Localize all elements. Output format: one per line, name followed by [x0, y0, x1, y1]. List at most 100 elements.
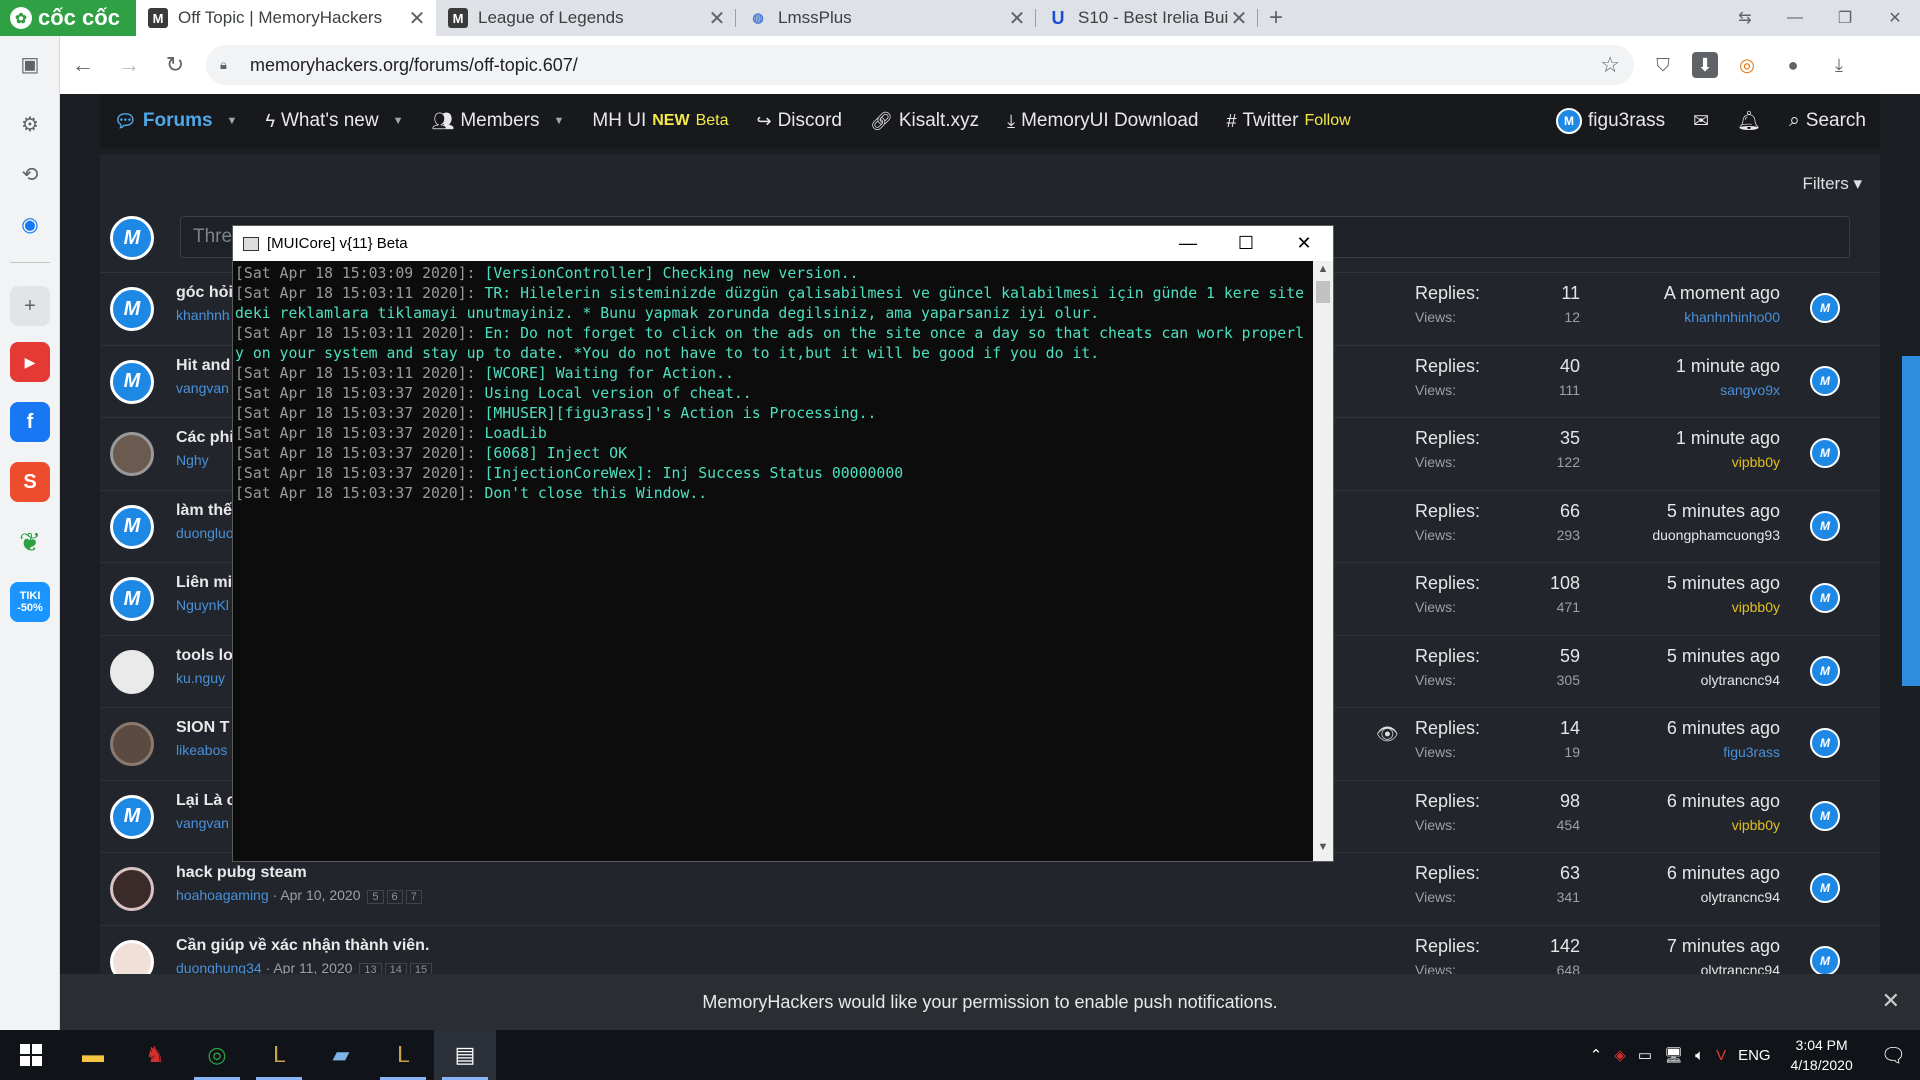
shopee-icon[interactable]: S: [10, 462, 50, 502]
nav-kisalt[interactable]: 🔗︎ Kisalt.xyz: [856, 94, 993, 148]
last-post-user[interactable]: vipbb0y: [1500, 454, 1780, 470]
nav-user[interactable]: M figu3rass: [1542, 94, 1679, 148]
thread-title[interactable]: góc hỏi: [176, 284, 233, 302]
chevron-down-icon[interactable]: ▼: [393, 115, 404, 127]
minimize-icon[interactable]: —: [1770, 0, 1820, 36]
thread-title[interactable]: tools lo: [176, 647, 233, 665]
settings-icon[interactable]: ⚙: [10, 104, 50, 144]
history-icon[interactable]: ⟲: [10, 154, 50, 194]
new-tab-button[interactable]: +: [1258, 0, 1294, 36]
last-post-user[interactable]: vipbb0y: [1500, 817, 1780, 833]
downloads-icon[interactable]: ⤓: [1822, 48, 1856, 82]
language-indicator[interactable]: ENG: [1732, 1047, 1777, 1064]
scroll-up-icon[interactable]: ▲: [1313, 263, 1333, 281]
shield-icon[interactable]: ⛉: [1646, 48, 1680, 82]
messenger-icon[interactable]: ◉: [10, 204, 50, 244]
nav-forums[interactable]: 💬︎ Forums ▼: [100, 94, 251, 148]
thread-author[interactable]: hoahoagaming: [176, 887, 269, 903]
nav-memoryui-download[interactable]: ⤓ MemoryUI Download: [993, 94, 1212, 148]
last-poster-avatar[interactable]: M: [1810, 728, 1840, 758]
tab-league-of-legends[interactable]: M League of Legends ✕: [436, 0, 736, 36]
thread-author-avatar[interactable]: [110, 649, 154, 694]
filters-button[interactable]: Filters ▾: [1802, 174, 1862, 194]
chevron-down-icon[interactable]: ▼: [554, 115, 565, 127]
close-tab-icon[interactable]: ✕: [406, 6, 428, 31]
console-minimize-icon[interactable]: —: [1159, 226, 1217, 261]
thread-title[interactable]: Lại Là c: [176, 792, 236, 810]
network-icon[interactable]: 🖥︎: [1658, 1046, 1689, 1064]
last-poster-avatar[interactable]: M: [1810, 655, 1840, 686]
youtube-icon[interactable]: ▶: [10, 342, 50, 382]
nav-discord[interactable]: ↪ Discord: [742, 94, 856, 148]
download-extension-icon[interactable]: ⬇: [1692, 52, 1718, 78]
thread-author-avatar[interactable]: M: [110, 504, 154, 549]
nav-inbox[interactable]: ✉: [1679, 94, 1723, 148]
forward-button[interactable]: →: [106, 42, 152, 88]
last-post-time[interactable]: A moment ago: [1500, 283, 1780, 304]
address-bar[interactable]: 🔒︎ memoryhackers.org/forums/off-topic.60…: [206, 45, 1634, 85]
thread-title[interactable]: Liên mi: [176, 574, 232, 592]
tab-memoryhackers[interactable]: M Off Topic | MemoryHackers ✕: [136, 0, 436, 36]
last-post-time[interactable]: 6 minutes ago: [1500, 863, 1780, 884]
notepad-icon[interactable]: ▰: [310, 1030, 372, 1080]
nav-alerts[interactable]: 🔔︎: [1723, 94, 1775, 148]
thread-author[interactable]: likeabos: [176, 742, 227, 758]
thread-author-avatar[interactable]: M: [110, 359, 154, 404]
reload-button[interactable]: ↻: [152, 42, 198, 88]
last-post-time[interactable]: 5 minutes ago: [1500, 646, 1780, 667]
last-post-user[interactable]: sangvo9x: [1500, 382, 1780, 398]
thread-author[interactable]: duongluo: [176, 525, 234, 541]
clock[interactable]: 3:04 PM 4/18/2020: [1777, 1035, 1867, 1075]
last-post-user[interactable]: figu3rass: [1500, 744, 1780, 760]
scroll-down-icon[interactable]: ▼: [1313, 841, 1333, 859]
thread-author[interactable]: Nghy: [176, 452, 209, 468]
nav-whats-new[interactable]: ϟ What's new ▼: [251, 94, 417, 148]
last-poster-avatar[interactable]: M: [1810, 510, 1840, 541]
facebook-icon[interactable]: f: [10, 402, 50, 442]
console-title-bar[interactable]: [MUICore] v{11} Beta — ☐ ✕: [233, 226, 1333, 261]
add-app-icon[interactable]: +: [10, 286, 50, 326]
last-poster-avatar[interactable]: M: [1810, 365, 1840, 396]
thread-author-avatar[interactable]: [110, 722, 154, 766]
chevron-down-icon[interactable]: ▼: [227, 115, 238, 127]
coccoc-extension-icon[interactable]: ◎: [1730, 48, 1764, 82]
page-link[interactable]: 6: [386, 890, 403, 904]
thread-author-avatar[interactable]: M: [110, 287, 154, 331]
thread-author[interactable]: khanhnh: [176, 307, 230, 323]
tiki-icon[interactable]: TIKI -50%: [10, 582, 50, 622]
notifications-icon[interactable]: 🗨︎: [1867, 1043, 1920, 1068]
console-maximize-icon[interactable]: ☐: [1217, 226, 1275, 261]
last-poster-avatar[interactable]: M: [1810, 945, 1840, 976]
restore-icon[interactable]: ❐: [1820, 0, 1870, 36]
page-link[interactable]: 5: [367, 890, 384, 904]
close-tab-icon[interactable]: ✕: [1006, 6, 1028, 31]
last-poster-avatar[interactable]: M: [1810, 438, 1840, 468]
last-post-time[interactable]: 7 minutes ago: [1500, 936, 1780, 957]
last-post-time[interactable]: 5 minutes ago: [1500, 501, 1780, 522]
close-tab-icon[interactable]: ✕: [1228, 6, 1250, 31]
league-client-icon[interactable]: Ⅼ: [248, 1030, 310, 1080]
console-close-icon[interactable]: ✕: [1275, 226, 1333, 261]
thread-title[interactable]: Các phi: [176, 429, 234, 447]
battery-icon[interactable]: ▭: [1632, 1046, 1658, 1064]
last-post-user[interactable]: vipbb0y: [1500, 599, 1780, 615]
thread-title[interactable]: làm thế: [176, 502, 232, 520]
thread-title[interactable]: SION T: [176, 719, 229, 737]
start-button[interactable]: [0, 1030, 62, 1080]
coccoc-green-icon[interactable]: ❦: [10, 522, 50, 562]
last-poster-avatar[interactable]: M: [1810, 800, 1840, 831]
profile-icon[interactable]: ●: [1776, 48, 1810, 82]
console-taskbar-icon[interactable]: ▤: [434, 1030, 496, 1080]
volume-icon[interactable]: 🔈︎: [1689, 1047, 1710, 1064]
coccoc-taskbar-icon[interactable]: ◎: [186, 1030, 248, 1080]
last-post-time[interactable]: 6 minutes ago: [1500, 718, 1780, 739]
last-post-user[interactable]: olytrancnc94: [1500, 672, 1780, 688]
console-scrollbar[interactable]: ▲ ▼: [1313, 261, 1333, 861]
bookmark-star-icon[interactable]: ☆: [1600, 52, 1620, 78]
thread-row[interactable]: hack pubg steam hoahoagaming · Apr 10, 2…: [100, 852, 1880, 924]
last-poster-avatar[interactable]: M: [1810, 293, 1840, 323]
nav-mhui[interactable]: MH UI NEW Beta: [578, 94, 742, 148]
tab-irelia-builds[interactable]: U S10 - Best Irelia Builds & Runes ✕: [1036, 0, 1258, 36]
close-icon[interactable]: ✕: [1882, 988, 1900, 1014]
thread-author[interactable]: vangvan: [176, 815, 229, 831]
